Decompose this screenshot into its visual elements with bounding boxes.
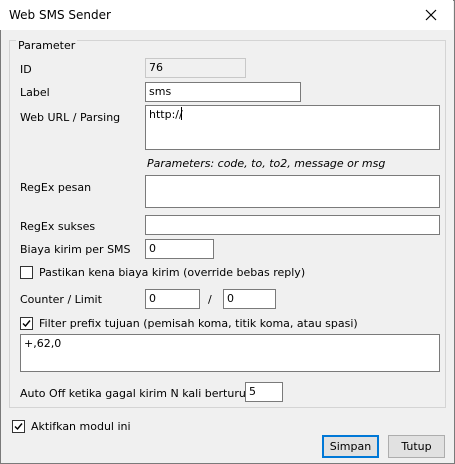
checkmark-icon [14,423,23,431]
id-label: ID [20,63,32,76]
cost-input[interactable]: 0 [145,239,214,259]
regex-success-label: RegEx sukses [20,220,96,233]
counter-input[interactable]: 0 [145,289,200,309]
regex-success-input[interactable] [145,215,440,235]
auto-off-input[interactable]: 5 [245,382,283,402]
cost-label: Biaya kirim per SMS [20,243,131,256]
title-bar: Web SMS Sender [0,0,453,30]
ensure-cost-checkbox[interactable] [20,266,33,279]
counter-separator: / [208,293,212,306]
web-url-input[interactable]: http:// [145,105,440,150]
window-title: Web SMS Sender [9,8,111,22]
close-window-button[interactable] [409,0,453,30]
label-label: Label [20,86,50,99]
regex-message-label: RegEx pesan [20,181,92,194]
save-button[interactable]: Simpan [322,435,379,458]
web-url-label: Web URL / Parsing [20,111,121,124]
counter-limit-label: Counter / Limit [20,293,102,306]
label-input[interactable]: sms [145,82,301,102]
enable-module-checkbox[interactable] [12,420,25,433]
regex-message-input[interactable] [145,175,440,208]
enable-module-label: Aktifkan modul ini [31,420,131,433]
checkmark-icon [22,320,31,328]
close-button[interactable]: Tutup [388,435,445,458]
prefix-filter-input[interactable]: +,62,0 [20,334,440,372]
parameter-group-title: Parameter [16,39,78,52]
ensure-cost-label: Pastikan kena biaya kirim (override beba… [39,266,306,279]
limit-input[interactable]: 0 [223,289,276,309]
prefix-filter-label: Filter prefix tujuan (pemisah koma, titi… [39,317,358,330]
close-icon [425,9,437,21]
prefix-filter-checkbox[interactable] [20,317,33,330]
text-caret [181,107,182,120]
id-field: 76 [145,58,246,78]
url-parameters-hint: Parameters: code, to, to2, message or ms… [147,157,386,170]
auto-off-label: Auto Off ketika gagal kirim N kali bertu… [20,387,282,400]
